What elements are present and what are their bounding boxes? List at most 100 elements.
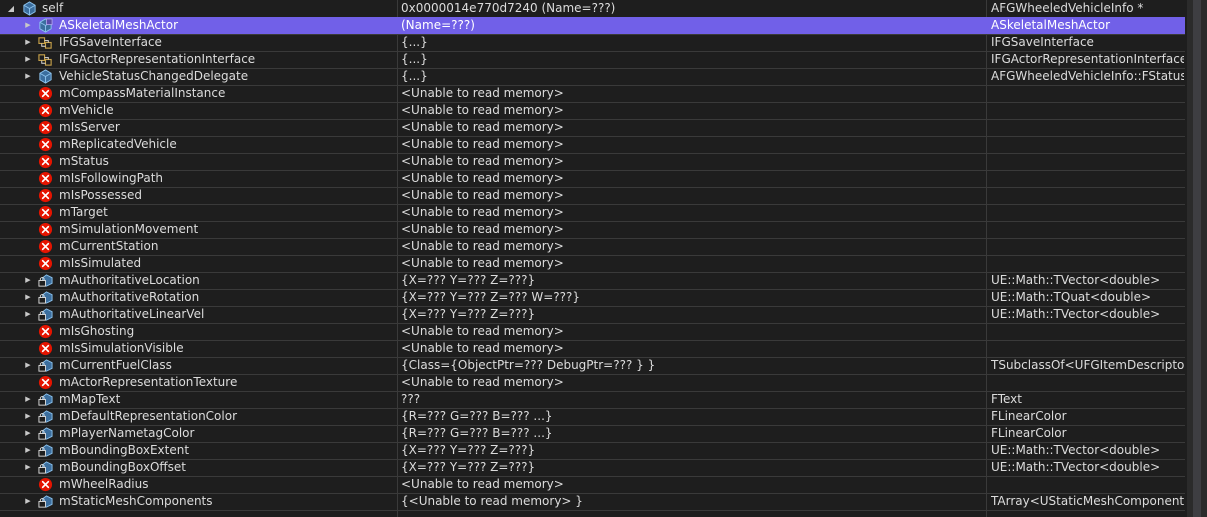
member-value[interactable]: <Unable to read memory>: [401, 221, 985, 238]
member-value[interactable]: {X=??? Y=??? Z=???}: [401, 459, 985, 476]
expand-arrow-icon[interactable]: ▶: [23, 459, 33, 476]
watch-row[interactable]: ▶ mAuthoritativeLinearVel {X=??? Y=??? Z=?…: [0, 306, 1185, 323]
member-value[interactable]: <Unable to read memory>: [401, 340, 985, 357]
member-value[interactable]: <Unable to read memory>: [401, 238, 985, 255]
member-value[interactable]: {Class={ObjectPtr=??? DebugPtr=??? } }: [401, 357, 985, 374]
watch-row[interactable]: ▶ IFGActorRepresentationInterface {...} IFG…: [0, 51, 1185, 68]
watch-row[interactable]: mVehicle <Unable to read memory>: [0, 102, 1185, 119]
member-name: mMapText: [59, 392, 121, 406]
root-value[interactable]: 0x0000014e770d7240 (Name=???): [401, 0, 985, 17]
name-cell: mIsPossessed: [0, 187, 396, 204]
name-cell: mActorRepresentationTexture: [0, 374, 396, 391]
member-type: [991, 119, 1184, 136]
member-value[interactable]: {...}: [401, 34, 985, 51]
watch-row[interactable]: mTarget <Unable to read memory>: [0, 204, 1185, 221]
member-value[interactable]: {...}: [401, 68, 985, 85]
watch-window: ◢ self 0x0000014e770d7240 (Name=???) AFG…: [0, 0, 1185, 517]
member-name: mCurrentFuelClass: [59, 358, 172, 372]
root-name: self: [42, 1, 64, 15]
watch-row[interactable]: ▶ ASkeletalMeshActor (Name=???) ASkeletalMe…: [0, 17, 1185, 34]
watch-row[interactable]: ▶ mStaticMeshComponents {<Unable to read m…: [0, 493, 1185, 510]
expand-arrow-icon[interactable]: ▶: [23, 408, 33, 425]
watch-row[interactable]: ▶ mPlayerNametagColor {R=??? G=??? B=??? .…: [0, 425, 1185, 442]
expand-arrow-icon[interactable]: ▶: [23, 493, 33, 510]
name-cell: ▶ IFGActorRepresentationInterface: [0, 51, 396, 68]
member-value[interactable]: <Unable to read memory>: [401, 136, 985, 153]
member-value[interactable]: <Unable to read memory>: [401, 374, 985, 391]
member-value[interactable]: <Unable to read memory>: [401, 476, 985, 493]
watch-row[interactable]: mIsGhosting <Unable to read memory>: [0, 323, 1185, 340]
member-value[interactable]: <Unable to read memory>: [401, 170, 985, 187]
private-field-icon: [38, 291, 53, 304]
watch-row[interactable]: ▶ mBoundingBoxOffset {X=??? Y=??? Z=???} UE…: [0, 459, 1185, 476]
member-value[interactable]: <Unable to read memory>: [401, 119, 985, 136]
member-value[interactable]: <Unable to read memory>: [401, 102, 985, 119]
watch-row[interactable]: ▶ mAuthoritativeLocation {X=??? Y=??? Z=??…: [0, 272, 1185, 289]
watch-row[interactable]: ▶ VehicleStatusChangedDelegate {...} AFGWhe…: [0, 68, 1185, 85]
expand-arrow-icon[interactable]: ▶: [23, 51, 33, 68]
member-name: mBoundingBoxExtent: [59, 443, 190, 457]
watch-row[interactable]: mWheelRadius <Unable to read memory>: [0, 476, 1185, 493]
expand-arrow-icon[interactable]: ▶: [23, 34, 33, 51]
expand-arrow-icon[interactable]: ▶: [23, 425, 33, 442]
watch-row[interactable]: ▶ mMapText??? FText: [0, 391, 1185, 408]
watch-row[interactable]: mIsServer <Unable to read memory>: [0, 119, 1185, 136]
member-value[interactable]: {X=??? Y=??? Z=???}: [401, 442, 985, 459]
member-type: [991, 187, 1184, 204]
expand-arrow-icon[interactable]: ▶: [23, 391, 33, 408]
watch-row[interactable]: ▶ mDefaultRepresentationColor {R=??? G=???…: [0, 408, 1185, 425]
name-cell: ▶ IFGSaveInterface: [0, 34, 396, 51]
member-value[interactable]: {<Unable to read memory> }: [401, 493, 985, 510]
vertical-scrollbar[interactable]: [1187, 0, 1207, 517]
expand-arrow-icon[interactable]: ▶: [23, 272, 33, 289]
watch-row[interactable]: ▶ IFGSaveInterface {...} IFGSaveInterface: [0, 34, 1185, 51]
member-value[interactable]: {R=??? G=??? B=??? ...}: [401, 408, 985, 425]
watch-row[interactable]: mIsFollowingPath <Unable to read memory>: [0, 170, 1185, 187]
expand-arrow-icon[interactable]: ▶: [23, 442, 33, 459]
member-name: mAuthoritativeLocation: [59, 273, 200, 287]
error-icon: [38, 205, 53, 220]
expand-arrow-icon[interactable]: ▶: [23, 17, 33, 34]
watch-row[interactable]: mCompassMaterialInstance <Unable to read …: [0, 85, 1185, 102]
expand-arrow-icon[interactable]: ▶: [23, 68, 33, 85]
member-type: [991, 170, 1184, 187]
expand-arrow-icon[interactable]: ▶: [23, 306, 33, 323]
member-value[interactable]: <Unable to read memory>: [401, 153, 985, 170]
member-value[interactable]: <Unable to read memory>: [401, 187, 985, 204]
member-name: IFGActorRepresentationInterface: [59, 52, 256, 66]
watch-row[interactable]: mIsSimulationVisible <Unable to read memo…: [0, 340, 1185, 357]
member-value[interactable]: ???: [401, 391, 985, 408]
watch-row[interactable]: ▶ mBoundingBoxExtent {X=??? Y=??? Z=???} UE…: [0, 442, 1185, 459]
member-value[interactable]: {X=??? Y=??? Z=???}: [401, 272, 985, 289]
field-icon: [39, 69, 52, 84]
member-value[interactable]: {...}: [401, 51, 985, 68]
member-value[interactable]: <Unable to read memory>: [401, 323, 985, 340]
watch-row[interactable]: mStatus <Unable to read memory>: [0, 153, 1185, 170]
expand-arrow-icon[interactable]: ▶: [23, 357, 33, 374]
name-cell: ▶ VehicleStatusChangedDelegate: [0, 68, 396, 85]
member-value[interactable]: <Unable to read memory>: [401, 85, 985, 102]
member-value[interactable]: {R=??? G=??? B=??? ...}: [401, 425, 985, 442]
member-name: mCurrentStation: [59, 239, 159, 253]
watch-row[interactable]: mReplicatedVehicle <Unable to read memory…: [0, 136, 1185, 153]
watch-row[interactable]: mIsSimulated <Unable to read memory>: [0, 255, 1185, 272]
collapse-arrow-icon[interactable]: ◢: [6, 0, 16, 17]
watch-row[interactable]: mIsPossessed <Unable to read memory>: [0, 187, 1185, 204]
member-value[interactable]: {X=??? Y=??? Z=???}: [401, 306, 985, 323]
member-value[interactable]: {X=??? Y=??? Z=??? W=???}: [401, 289, 985, 306]
watch-row-root[interactable]: ◢ self 0x0000014e770d7240 (Name=???) AFG…: [0, 0, 1185, 17]
watch-row[interactable]: mSimulationMovement <Unable to read memor…: [0, 221, 1185, 238]
watch-row[interactable]: ▶ mCurrentFuelClass {Class={ObjectPtr=??? …: [0, 357, 1185, 374]
name-cell: ▶ mPlayerNametagColor: [0, 425, 396, 442]
private-field-icon: [38, 274, 53, 287]
member-value[interactable]: <Unable to read memory>: [401, 255, 985, 272]
scrollbar-thumb[interactable]: [1193, 0, 1201, 517]
expand-arrow-icon[interactable]: ▶: [23, 289, 33, 306]
member-value[interactable]: <Unable to read memory>: [401, 204, 985, 221]
watch-row[interactable]: mActorRepresentationTexture <Unable to re…: [0, 374, 1185, 391]
member-value[interactable]: (Name=???): [401, 17, 985, 34]
private-field-icon: [38, 308, 53, 321]
watch-row[interactable]: ▶ mAuthoritativeRotation {X=??? Y=??? Z=??…: [0, 289, 1185, 306]
member-type: [991, 323, 1184, 340]
watch-row[interactable]: mCurrentStation <Unable to read memory>: [0, 238, 1185, 255]
